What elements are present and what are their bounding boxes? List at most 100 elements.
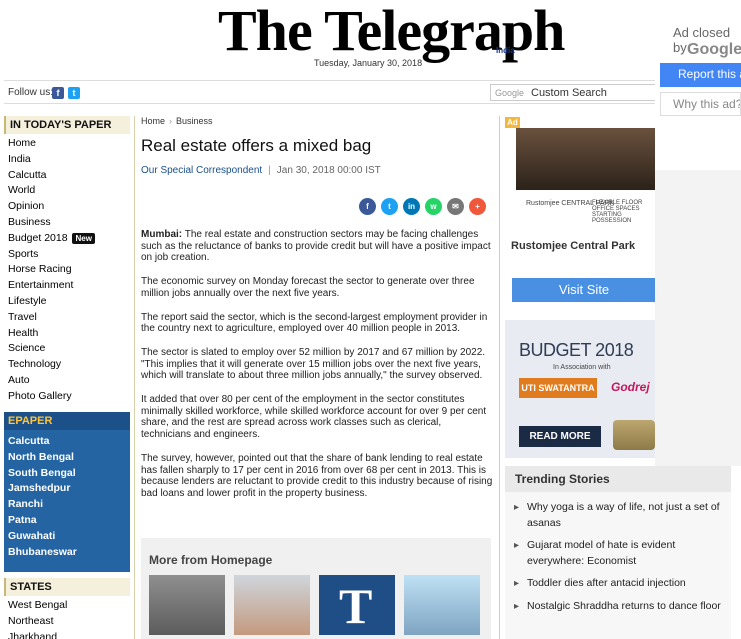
breadcrumb-home[interactable]: Home [141,116,165,126]
visit-site-button[interactable]: Visit Site [512,278,656,302]
states-item-west-bengal[interactable]: West Bengal [8,598,130,614]
states-heading: STATES [4,578,130,596]
trending-item[interactable]: Gujarat model of hate is evident everywh… [505,538,731,569]
search-input[interactable]: Google Custom Search [490,84,660,101]
google-ad-closed-panel: Ad closed by Google Report this ad Why t… [655,20,741,170]
coins-image [613,420,655,450]
facebook-share-icon[interactable]: f [359,198,376,215]
today-paper-list: Home India Calcutta World Opinion Busine… [4,134,130,405]
epaper-item-bhubaneswar[interactable]: Bhubaneswar [8,545,130,561]
trending-item[interactable]: Nostalgic Shraddha returns to dance floo… [505,599,731,615]
report-ad-button[interactable]: Report this ad [660,63,741,87]
story-thumbnail[interactable]: T [319,575,395,635]
article-dateline: Mumbai: [141,229,183,240]
ad-caption-right: FLEXIBLE FLOOR OFFICE SPACES STARTING PO… [592,200,643,224]
article-paragraph: The sector is slated to employ over 52 m… [141,346,486,382]
states-list: West Bengal Northeast Jharkhand [4,596,130,639]
telegraph-logo-thumb: T [339,578,373,634]
article-paragraph: The survey, however, pointed out that th… [141,452,493,499]
read-more-button[interactable]: READ MORE [519,426,601,447]
story-thumbnail[interactable] [404,575,480,635]
masthead: The Telegraph India Tuesday, January 30,… [0,0,741,80]
sidebar-item-sports[interactable]: Sports [8,247,130,263]
sidebar-item-horse-racing[interactable]: Horse Racing [8,262,130,278]
ad-badge: Ad [505,117,520,128]
sidebar-item-india[interactable]: India [8,152,130,168]
sidebar-item-travel[interactable]: Travel [8,310,130,326]
epaper-item-calcutta[interactable]: Calcutta [8,434,130,450]
trending-stories: Trending Stories Why yoga is a way of li… [505,466,731,639]
follow-label: Follow us: [8,87,54,98]
states-item-northeast[interactable]: Northeast [8,614,130,630]
share-buttons: f t in w ✉ + [359,196,491,215]
email-share-icon[interactable]: ✉ [447,198,464,215]
sidebar-item-world[interactable]: World [8,183,130,199]
sidebar-item-lifestyle[interactable]: Lifestyle [8,294,130,310]
follow-bar: Follow us: f t Google Custom Search [4,80,741,104]
facebook-icon[interactable]: f [52,87,64,99]
sidebar-item-photo-gallery[interactable]: Photo Gallery [8,389,130,405]
google-logo: Google [687,41,741,58]
epaper-item-south-bengal[interactable]: South Bengal [8,466,130,482]
epaper-heading: EPAPER [4,412,130,430]
sidebar-item-technology[interactable]: Technology [8,357,130,373]
sidebar-item-calcutta[interactable]: Calcutta [8,168,130,184]
story-thumbnail[interactable] [149,575,225,635]
author-link[interactable]: Our Special Correspondent [141,165,262,176]
budget-title: BUDGET 2018 [519,340,634,360]
ad-advertiser[interactable]: Rustomjee Central Park [511,240,635,252]
logo-edition: India [496,46,515,55]
twitter-icon[interactable]: t [68,87,80,99]
budget-association: In Association with [553,364,611,371]
why-this-ad-button[interactable]: Why this ad? [660,92,741,116]
trending-item[interactable]: Toddler dies after antacid injection [505,576,731,592]
budget-banner[interactable]: BUDGET 2018 In Association with UTI SWAT… [505,320,656,458]
article-lead-text: The real estate and construction sectors… [141,229,491,264]
epaper-item-guwahati[interactable]: Guwahati [8,529,130,545]
godrej-logo: Godrej [611,380,650,394]
sidebar-item-budget[interactable]: Budget 2018 New [8,231,130,247]
ad-image[interactable]: Rustomjee CENTRAL PARK FLEXIBLE FLOOR OF… [516,128,656,232]
trending-item[interactable]: Why yoga is a way of life, not just a se… [505,500,731,531]
more-share-icon[interactable]: + [469,198,486,215]
epaper-item-jamshedpur[interactable]: Jamshedpur [8,481,130,497]
article-paragraph: Mumbai: The real estate and construction… [141,229,493,264]
sidebar-item-auto[interactable]: Auto [8,373,130,389]
search-brand: Google [495,88,525,98]
article-paragraph: The report said the sector, which is the… [141,311,488,335]
sidebar-item-budget-label: Budget 2018 [8,231,68,244]
sidebar-item-science[interactable]: Science [8,341,130,357]
epaper-item-ranchi[interactable]: Ranchi [8,497,130,513]
sidebar-item-home[interactable]: Home [8,136,130,152]
story-thumbnail[interactable] [234,575,310,635]
sidebar-item-opinion[interactable]: Opinion [8,199,130,215]
breadcrumb: Home › Business [141,116,493,128]
article: Home › Business Real estate offers a mixed… [141,116,493,639]
sidebar-item-entertainment[interactable]: Entertainment [8,278,130,294]
linkedin-share-icon[interactable]: in [403,198,420,215]
epaper-item-patna[interactable]: Patna [8,513,130,529]
epaper-panel: EPAPER Calcutta North Bengal South Benga… [4,412,130,572]
epaper-item-north-bengal[interactable]: North Bengal [8,450,130,466]
states-panel: STATES West Bengal Northeast Jharkhand [4,578,130,639]
article-title: Real estate offers a mixed bag [141,136,372,155]
sidebar-item-health[interactable]: Health [8,326,130,342]
sidebar: IN TODAY'S PAPER Home India Calcutta Wor… [4,116,130,405]
ad-caption-strip: Rustomjee CENTRAL PARK FLEXIBLE FLOOR OF… [516,190,656,232]
article-body: Mumbai: The real estate and construction… [141,229,493,512]
more-title: More from Homepage [149,553,273,567]
article-paragraph: It added that over 80 per cent of the em… [141,394,487,441]
article-datetime: Jan 30, 2018 00:00 IST [276,165,381,176]
masthead-date: Tuesday, January 30, 2018 [314,58,423,68]
whatsapp-share-icon[interactable]: w [425,198,442,215]
new-badge: New [72,232,95,244]
today-paper-heading: IN TODAY'S PAPER [4,116,130,134]
twitter-share-icon[interactable]: t [381,198,398,215]
ad-photo [516,128,656,190]
more-from-homepage: More from Homepage T [141,538,491,639]
sidebar-item-business[interactable]: Business [8,215,130,231]
states-item-jharkhand[interactable]: Jharkhand [8,630,130,639]
breadcrumb-business[interactable]: Business [176,116,213,126]
search-placeholder: Custom Search [531,87,607,99]
byline: Our Special Correspondent | Jan 30, 2018 0… [141,165,493,179]
